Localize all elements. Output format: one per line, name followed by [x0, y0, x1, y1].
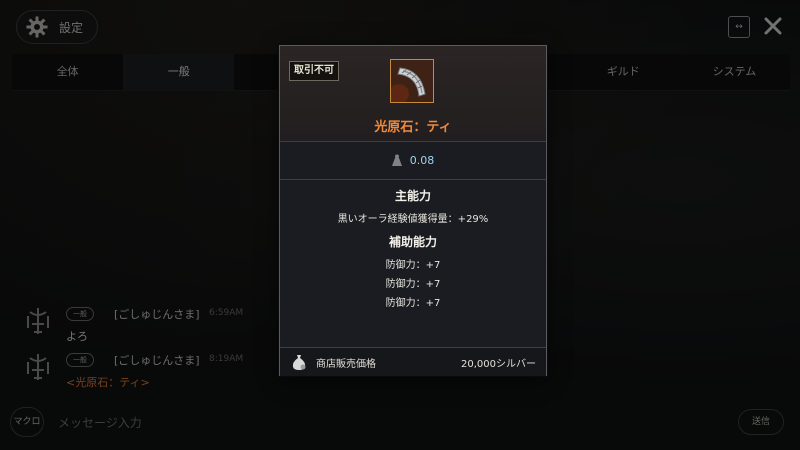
- item-name: 光原石：ティ: [374, 120, 452, 135]
- untradable-badge: 取引不可: [289, 61, 339, 81]
- crystal-icon: [389, 60, 433, 104]
- sub-ability-stat: 防御力：+7: [385, 260, 441, 271]
- money-bag-icon: [292, 355, 306, 370]
- shop-price-value: 20,000シルバー: [461, 359, 536, 370]
- weight-icon: [391, 154, 402, 166]
- item-icon: [389, 59, 434, 104]
- shop-price-row: 商店販売価格 20,000シルバー: [280, 347, 546, 376]
- item-tooltip: 取引不可 光原石：ティ 0.08 主能力 黒いオーラ経験値獲得量：+29% 補助…: [279, 45, 547, 376]
- sub-ability-stat: 防御力：+7: [385, 279, 441, 290]
- main-ability-stat: 黒いオーラ経験値獲得量：+29%: [337, 214, 489, 225]
- weight-value: 0.08: [409, 153, 435, 167]
- sub-ability-stat: 防御力：+7: [385, 298, 441, 309]
- tooltip-header: 取引不可 光原石：ティ: [280, 46, 546, 142]
- weight-row: 0.08: [280, 141, 546, 180]
- main-ability-title: 主能力: [394, 189, 431, 203]
- sub-ability-title: 補助能力: [388, 235, 437, 249]
- shop-price-label: 商店販売価格: [316, 359, 376, 370]
